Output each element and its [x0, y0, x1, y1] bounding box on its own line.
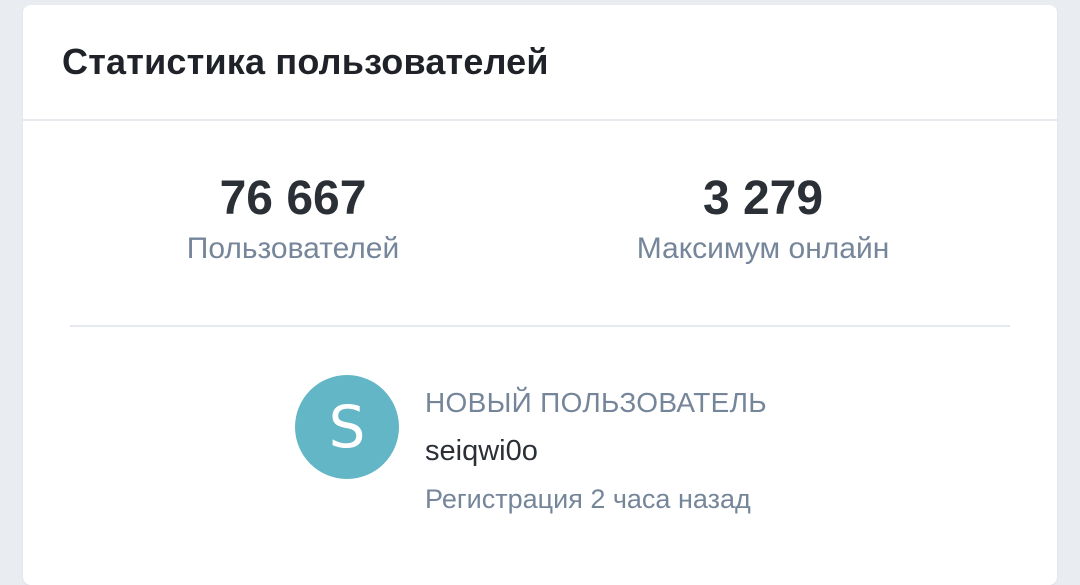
user-stats-card: Статистика пользователей 76 667 Пользова…: [23, 5, 1057, 585]
max-online-count: 3 279: [702, 172, 824, 225]
users-count: 76 667: [219, 172, 367, 225]
stats-row: 76 667 Пользователей 3 279 Максимум онла…: [23, 121, 1057, 326]
card-title: Статистика пользователей: [62, 41, 549, 82]
new-user-name[interactable]: seiqwi0o: [425, 431, 767, 471]
new-user-info: НОВЫЙ ПОЛЬЗОВАТЕЛЬ seiqwi0o Регистрация …: [425, 383, 767, 519]
section-divider: [70, 325, 1010, 327]
registration-time: Регистрация 2 часа назад: [425, 484, 751, 514]
new-user-caption: НОВЫЙ ПОЛЬЗОВАТЕЛЬ: [425, 387, 767, 418]
new-user-block: S НОВЫЙ ПОЛЬЗОВАТЕЛЬ seiqwi0o Регистраци…: [295, 375, 895, 515]
max-online-stat: 3 279 Максимум онлайн: [563, 171, 963, 269]
avatar[interactable]: S: [295, 375, 399, 479]
users-label: Пользователей: [186, 232, 400, 265]
card-header: Статистика пользователей: [23, 5, 1057, 121]
users-stat: 76 667 Пользователей: [93, 171, 493, 269]
max-online-label: Максимум онлайн: [636, 232, 890, 265]
